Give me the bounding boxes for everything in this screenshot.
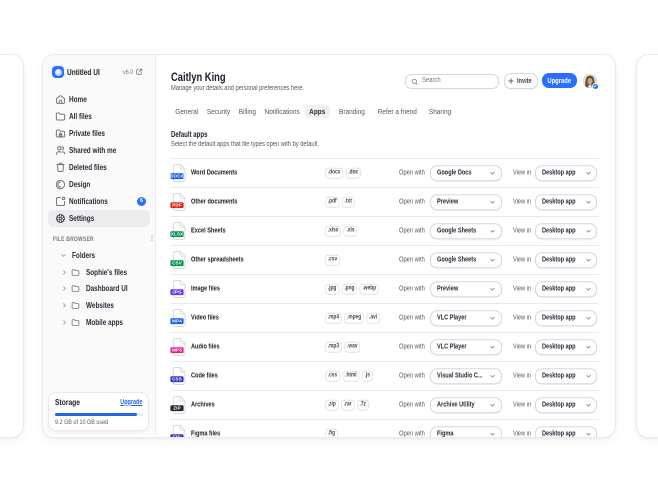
svg-text:XLSX: XLSX: [171, 232, 183, 237]
svg-text:MP4: MP4: [172, 319, 182, 324]
svg-text:MP3: MP3: [172, 348, 182, 353]
svg-text:CSS: CSS: [172, 377, 182, 382]
svg-text:CSV: CSV: [172, 261, 182, 266]
svg-text:JPG: JPG: [172, 290, 182, 295]
svg-text:ZIP: ZIP: [173, 406, 180, 411]
svg-text:FIG: FIG: [173, 435, 181, 438]
svg-text:DOCX: DOCX: [170, 174, 184, 179]
svg-text:PDF: PDF: [172, 203, 182, 208]
